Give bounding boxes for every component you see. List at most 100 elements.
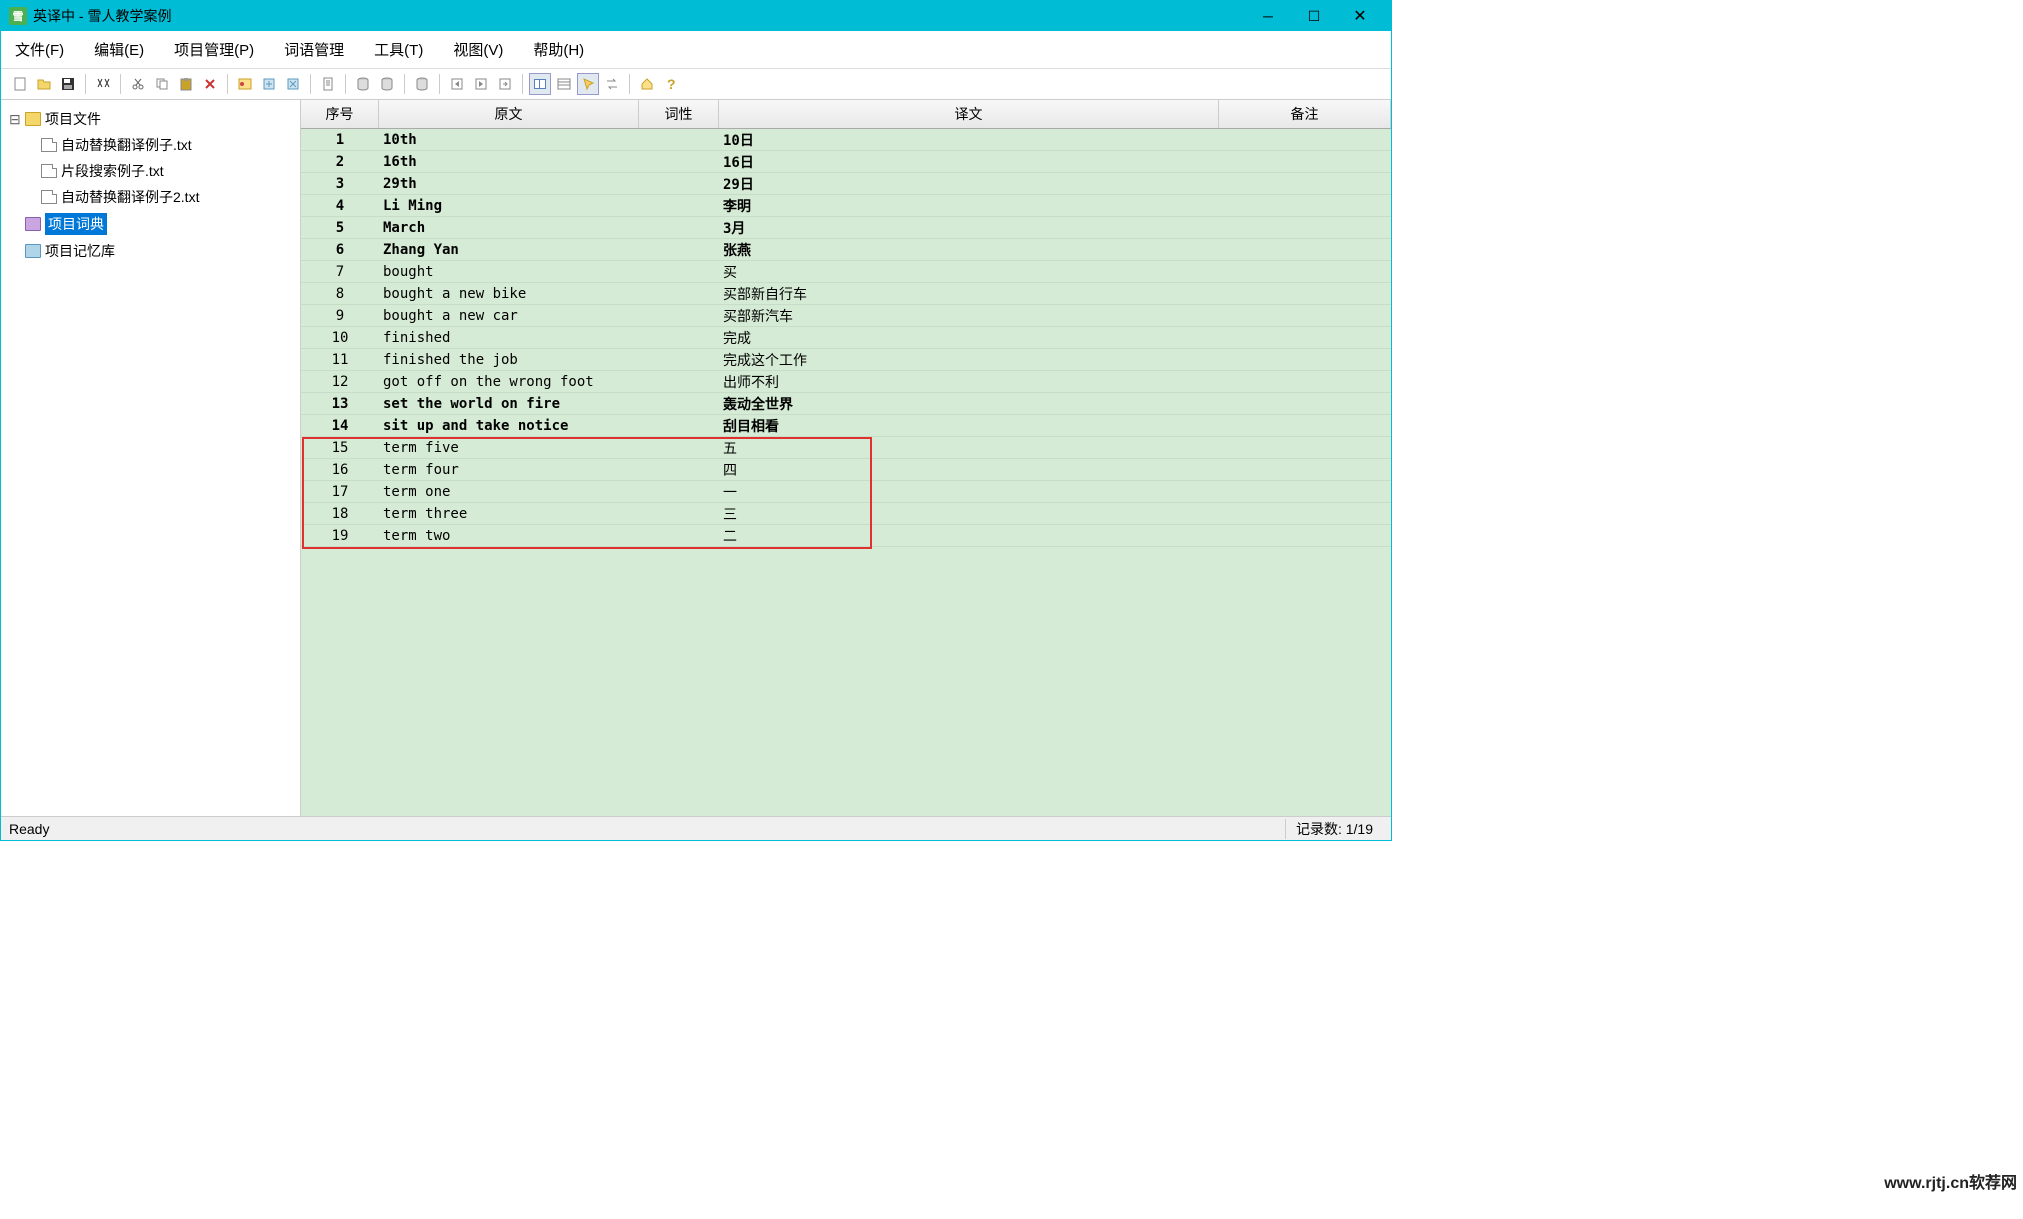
copy-icon[interactable] [151, 73, 173, 95]
cell-seq: 7 [301, 264, 379, 280]
minimize-button[interactable]: ─ [1245, 1, 1291, 31]
paste-icon[interactable] [175, 73, 197, 95]
table-row[interactable]: 11finished the job完成这个工作 [301, 349, 1391, 371]
tree-label: 自动替换翻译例子.txt [61, 135, 192, 155]
cell-seq: 4 [301, 198, 379, 214]
col-pos[interactable]: 词性 [639, 100, 719, 128]
table-row[interactable]: 6Zhang Yan张燕 [301, 239, 1391, 261]
import-icon[interactable] [258, 73, 280, 95]
table-row[interactable]: 13set the world on fire轰动全世界 [301, 393, 1391, 415]
col-note[interactable]: 备注 [1219, 100, 1391, 128]
file-icon [41, 164, 57, 178]
menu-term[interactable]: 词语管理 [278, 35, 350, 64]
table-row[interactable]: 18term three三 [301, 503, 1391, 525]
help-icon[interactable]: ? [660, 73, 682, 95]
view-grid-icon[interactable] [529, 73, 551, 95]
grid-header: 序号 原文 词性 译文 备注 [301, 100, 1391, 129]
cell-source: finished [379, 330, 639, 346]
open-file-icon[interactable] [33, 73, 55, 95]
tree-root-project-files[interactable]: ⊟ 项目文件 [5, 106, 296, 132]
export-icon[interactable] [282, 73, 304, 95]
cell-source: March [379, 220, 639, 236]
col-source[interactable]: 原文 [379, 100, 639, 128]
cell-seq: 12 [301, 374, 379, 390]
doc-icon[interactable] [317, 73, 339, 95]
close-button[interactable]: ✕ [1337, 1, 1383, 31]
cell-target: 轰动全世界 [719, 394, 1219, 414]
settings-icon[interactable] [234, 73, 256, 95]
cell-seq: 18 [301, 506, 379, 522]
cut-icon[interactable] [127, 73, 149, 95]
menu-help[interactable]: 帮助(H) [527, 35, 590, 64]
cell-source: 10th [379, 132, 639, 148]
menu-project[interactable]: 项目管理(P) [168, 35, 260, 64]
tree-label: 项目词典 [45, 213, 107, 235]
cell-target: 二 [719, 526, 1219, 546]
db3-icon[interactable] [411, 73, 433, 95]
cell-seq: 9 [301, 308, 379, 324]
tree-file-item[interactable]: 自动替换翻译例子2.txt [5, 184, 296, 210]
new-file-icon[interactable] [9, 73, 31, 95]
cell-source: term one [379, 484, 639, 500]
table-row[interactable]: 10finished完成 [301, 327, 1391, 349]
db2-icon[interactable] [376, 73, 398, 95]
table-row[interactable]: 14sit up and take notice刮目相看 [301, 415, 1391, 437]
menu-tool[interactable]: 工具(T) [368, 35, 429, 64]
cell-source: 16th [379, 154, 639, 170]
cell-target: 五 [719, 438, 1219, 458]
cell-target: 一 [719, 482, 1219, 502]
next-icon[interactable] [470, 73, 492, 95]
tree-file-item[interactable]: 片段搜索例子.txt [5, 158, 296, 184]
cell-seq: 16 [301, 462, 379, 478]
delete-icon[interactable] [199, 73, 221, 95]
table-row[interactable]: 17term one 一 [301, 481, 1391, 503]
menu-file[interactable]: 文件(F) [9, 35, 70, 64]
cell-target: 出师不利 [719, 372, 1219, 392]
cell-target: 29日 [719, 174, 1219, 194]
view-list-icon[interactable] [553, 73, 575, 95]
cell-source: bought [379, 264, 639, 280]
maximize-button[interactable]: ☐ [1291, 1, 1337, 31]
home-icon[interactable] [636, 73, 658, 95]
status-record-count: 记录数: 1/19 [1285, 819, 1383, 839]
cell-target: 完成这个工作 [719, 350, 1219, 370]
toolbar-separator [404, 74, 405, 94]
col-seq[interactable]: 序号 [301, 100, 379, 128]
table-row[interactable]: 329th29日 [301, 173, 1391, 195]
tree-label: 自动替换翻译例子2.txt [61, 187, 199, 207]
table-row[interactable]: 110th10日 [301, 129, 1391, 151]
save-icon[interactable] [57, 73, 79, 95]
find-icon[interactable] [92, 73, 114, 95]
table-row[interactable]: 19term two二 [301, 525, 1391, 547]
table-row[interactable]: 5March3月 [301, 217, 1391, 239]
cell-source: sit up and take notice [379, 418, 639, 434]
grid-body[interactable]: 110th10日216th16日329th29日4Li Ming李明5March… [301, 129, 1391, 816]
toolbar-separator [629, 74, 630, 94]
table-row[interactable]: 15term five五 [301, 437, 1391, 459]
menu-edit[interactable]: 编辑(E) [88, 35, 150, 64]
db1-icon[interactable] [352, 73, 374, 95]
file-icon [41, 190, 57, 204]
tree-label: 片段搜索例子.txt [61, 161, 164, 181]
table-row[interactable]: 8bought a new bike买部新自行车 [301, 283, 1391, 305]
col-target[interactable]: 译文 [719, 100, 1219, 128]
cursor-icon[interactable] [577, 73, 599, 95]
table-row[interactable]: 7bought买 [301, 261, 1391, 283]
goto-icon[interactable] [494, 73, 516, 95]
cell-seq: 17 [301, 484, 379, 500]
main-grid: 序号 原文 词性 译文 备注 110th10日216th16日329th29日4… [301, 100, 1391, 816]
tree-project-dict[interactable]: 项目词典 [5, 210, 296, 238]
table-row[interactable]: 12got off on the wrong foot出师不利 [301, 371, 1391, 393]
tree-project-memory[interactable]: 项目记忆库 [5, 238, 296, 264]
swap-icon[interactable] [601, 73, 623, 95]
table-row[interactable]: 9bought a new car买部新汽车 [301, 305, 1391, 327]
cell-seq: 8 [301, 286, 379, 302]
tree-file-item[interactable]: 自动替换翻译例子.txt [5, 132, 296, 158]
table-row[interactable]: 216th16日 [301, 151, 1391, 173]
cell-target: 买部新汽车 [719, 306, 1219, 326]
table-row[interactable]: 16term four四 [301, 459, 1391, 481]
prev-icon[interactable] [446, 73, 468, 95]
collapse-icon[interactable]: ⊟ [9, 111, 21, 128]
menu-view[interactable]: 视图(V) [447, 35, 509, 64]
table-row[interactable]: 4Li Ming李明 [301, 195, 1391, 217]
